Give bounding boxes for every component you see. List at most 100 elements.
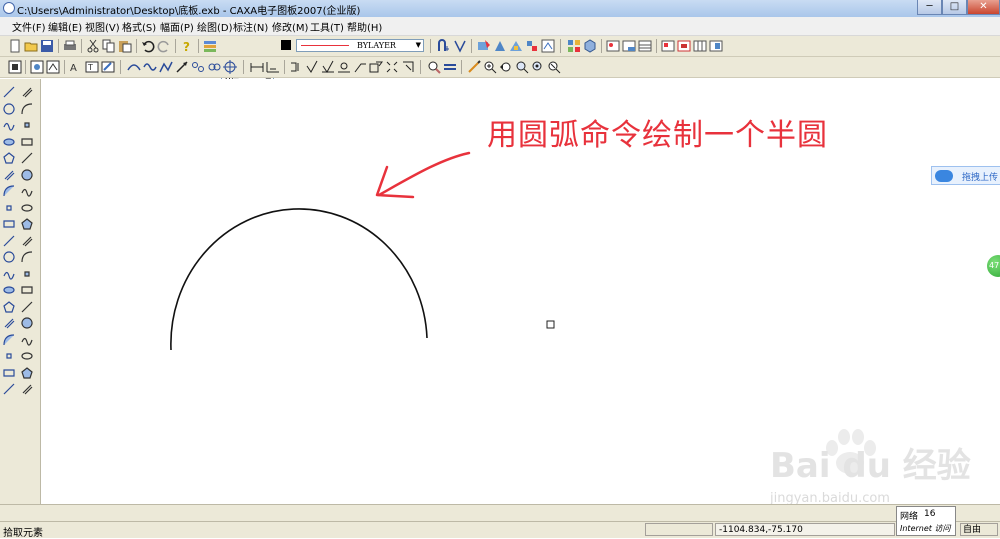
view-tool-2-icon[interactable] — [46, 60, 60, 74]
mirror-icon[interactable] — [21, 136, 33, 148]
dimension-icon[interactable] — [21, 301, 33, 313]
block-style-icon[interactable] — [541, 39, 555, 53]
menu-file[interactable]: 文件(F) — [12, 19, 46, 34]
extend-icon[interactable] — [21, 251, 33, 263]
sheet-frame-icon[interactable] — [677, 39, 691, 53]
minimize-button[interactable]: ─ — [917, 0, 942, 15]
ortho-icon[interactable] — [453, 39, 467, 53]
zoom-icon[interactable] — [427, 60, 441, 74]
polyline-tool-icon[interactable] — [3, 251, 15, 263]
text-tool-icon[interactable]: A — [69, 60, 83, 74]
zoom-in-icon[interactable] — [483, 60, 497, 74]
menu-format[interactable]: 格式(S) — [122, 19, 156, 34]
undo-icon[interactable] — [141, 39, 155, 53]
help-icon[interactable]: ? — [180, 39, 194, 53]
arrow-line-icon[interactable] — [175, 60, 189, 74]
command-line[interactable] — [0, 504, 1000, 521]
snap-mode-selector[interactable]: 自由 — [960, 523, 998, 536]
hatch-edit-icon[interactable] — [21, 334, 33, 346]
dimension-style-icon[interactable] — [493, 39, 507, 53]
rectangle-icon[interactable] — [3, 202, 15, 214]
text-a-icon[interactable] — [3, 317, 15, 329]
ellipse-icon[interactable] — [3, 185, 15, 197]
box-3d-icon[interactable] — [583, 39, 597, 53]
polygon-icon[interactable] — [3, 218, 15, 230]
hatch-style-icon[interactable] — [525, 39, 539, 53]
menu-dimension[interactable]: 标注(N) — [233, 19, 268, 34]
menu-view[interactable]: 视图(V) — [85, 19, 120, 34]
sheet-setup-icon[interactable] — [661, 39, 675, 53]
rotate-icon[interactable] — [21, 152, 33, 164]
property-icon[interactable] — [477, 39, 491, 53]
zoom-window-icon[interactable] — [8, 60, 22, 74]
pan-icon[interactable] — [443, 60, 457, 74]
menu-tools[interactable]: 工具(T) — [310, 19, 344, 34]
text-style-icon[interactable] — [509, 39, 523, 53]
text-edit-icon[interactable] — [101, 60, 115, 74]
corner-icon[interactable] — [3, 268, 15, 280]
maximize-button[interactable]: □ — [942, 0, 967, 15]
point-icon[interactable] — [3, 169, 15, 181]
paste-icon[interactable] — [118, 39, 132, 53]
zoom-realtime-icon[interactable] — [547, 60, 561, 74]
linetype-dropdown[interactable]: BYLAYER ▼ — [296, 39, 424, 52]
redraw-icon[interactable] — [467, 60, 481, 74]
grid-icon[interactable] — [567, 39, 581, 53]
menu-help[interactable]: 帮助(H) — [347, 19, 382, 34]
tolerance-icon[interactable] — [289, 60, 303, 74]
menu-sheet[interactable]: 幅面(P) — [160, 19, 194, 34]
print-icon[interactable] — [63, 39, 77, 53]
paint-icon[interactable] — [21, 383, 33, 395]
leader-icon[interactable] — [353, 60, 367, 74]
cut-icon[interactable] — [86, 39, 100, 53]
break-icon[interactable] — [21, 235, 33, 247]
explode-icon[interactable] — [21, 284, 33, 296]
trim-icon[interactable] — [21, 202, 33, 214]
roughness-icon[interactable] — [305, 60, 319, 74]
new-file-icon[interactable] — [8, 39, 22, 53]
section-icon[interactable] — [385, 60, 399, 74]
parallel-line-icon[interactable] — [3, 102, 15, 115]
bom-icon[interactable] — [638, 39, 652, 53]
hole-icon[interactable] — [207, 60, 221, 74]
layer-move-icon[interactable] — [21, 317, 33, 329]
pencil-icon[interactable] — [3, 235, 15, 247]
curve-offset-icon[interactable] — [127, 60, 141, 74]
zoom-all-icon[interactable] — [531, 60, 545, 74]
detail-icon[interactable] — [369, 60, 383, 74]
weld-icon[interactable] — [337, 60, 351, 74]
redo-icon[interactable] — [157, 39, 171, 53]
color-swatch[interactable] — [281, 40, 291, 50]
open-folder-icon[interactable] — [24, 39, 38, 53]
stretch-icon[interactable] — [21, 268, 33, 280]
match-icon[interactable] — [21, 350, 33, 362]
polyline-icon[interactable] — [159, 60, 173, 74]
array-icon[interactable] — [21, 168, 33, 181]
spline-curve-icon[interactable] — [3, 152, 15, 164]
zoom-prev-icon[interactable] — [499, 60, 513, 74]
scale-icon[interactable] — [21, 185, 33, 197]
snap-icon[interactable] — [437, 39, 451, 53]
library-icon[interactable] — [3, 383, 15, 395]
menu-draw[interactable]: 绘图(D) — [197, 19, 233, 34]
layer-icon[interactable] — [203, 39, 217, 53]
drag-upload-button[interactable]: 拖拽上传 — [931, 166, 1000, 185]
edit-icon[interactable] — [21, 86, 33, 98]
insert-icon[interactable] — [3, 333, 15, 346]
title-block-icon[interactable] — [622, 39, 636, 53]
menu-modify[interactable]: 修改(M) — [272, 19, 308, 34]
zoom-next-icon[interactable] — [515, 60, 529, 74]
copy-object-icon[interactable] — [21, 119, 33, 131]
hatch-icon[interactable] — [3, 284, 15, 296]
sheet-parts-icon[interactable] — [709, 39, 723, 53]
arc-icon[interactable] — [3, 136, 15, 148]
centerline-icon[interactable] — [223, 60, 237, 74]
menu-edit[interactable]: 编辑(E) — [48, 19, 82, 34]
spline-icon[interactable] — [143, 60, 157, 74]
image-icon[interactable] — [3, 350, 15, 362]
view-arrow-icon[interactable] — [401, 60, 415, 74]
view-tool-icon[interactable] — [30, 60, 44, 74]
fillet-icon[interactable] — [21, 218, 33, 230]
save-icon[interactable] — [40, 39, 54, 53]
datum-icon[interactable] — [321, 60, 335, 74]
